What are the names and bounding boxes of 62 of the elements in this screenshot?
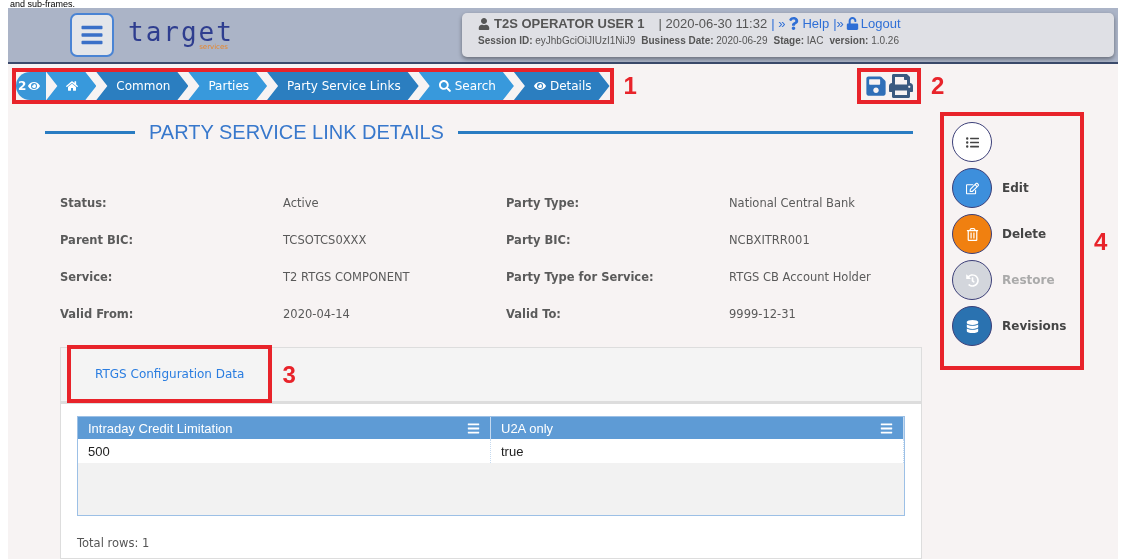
session-info: Stage: IAC: [773, 35, 824, 46]
field-value: TCSOTCS0XXX: [283, 233, 368, 249]
tab[interactable]: RTGS Configuration Data: [67, 344, 273, 403]
logout-link[interactable]: |» Logout: [833, 16, 901, 31]
trash-icon: [965, 227, 979, 241]
field-value: Active: [283, 196, 320, 212]
menu-icon[interactable]: [880, 421, 893, 435]
menu-icon: [80, 23, 104, 47]
annotation-number: 1: [623, 72, 637, 100]
field-label: Valid From:: [60, 307, 135, 323]
session-info: Business Date: 2020-06-29: [641, 35, 768, 46]
table-cell: true: [491, 439, 904, 463]
padlock-icon: [845, 17, 859, 30]
save-icon[interactable]: [864, 75, 887, 97]
breadcrumb-item[interactable]: Search: [418, 72, 514, 100]
field-label: Valid To:: [506, 307, 562, 323]
date-time: | 2020-06-30 11:32: [658, 16, 768, 31]
breadcrumb-item[interactable]: Common: [96, 72, 189, 100]
field-value: 9999-12-31: [729, 307, 797, 323]
total-rows: Total rows: 1: [61, 516, 921, 550]
history-icon: [965, 273, 979, 287]
field-value: 2020-04-14: [283, 307, 351, 323]
eye-icon: [533, 80, 546, 92]
session-info: Session ID: eyJhbGciOiJIUzI1NiJ9: [478, 35, 636, 46]
caption-text: and sub-frames.: [9, 0, 77, 8]
annotation-number: 2: [930, 72, 945, 100]
eye-icon: [28, 80, 41, 92]
breadcrumb-item[interactable]: Parties: [188, 72, 268, 100]
history-count[interactable]: 2: [16, 72, 47, 100]
annotation-number: 3: [282, 360, 296, 389]
field-value: RTGS CB Account Holder: [729, 270, 872, 286]
field-value: NCBXITRR001: [729, 233, 811, 249]
search-icon: [438, 80, 451, 92]
edit-button[interactable]: Edit: [952, 168, 1072, 208]
field-value: T2 RTGS COMPONENT: [283, 270, 411, 286]
user-name: T2S OPERATOR USER 1: [494, 16, 645, 31]
printer-icon[interactable]: [888, 74, 913, 98]
list-icon: [965, 135, 979, 149]
field-label: Parent BIC:: [60, 233, 135, 249]
field-label: Party Type:: [506, 196, 581, 212]
question-icon: [787, 17, 801, 30]
edit-icon: [965, 181, 979, 195]
session-info: version: 1.0.26: [829, 35, 899, 46]
field-label: Status:: [60, 196, 108, 212]
breadcrumb-item[interactable]: Details: [513, 72, 610, 100]
breadcrumb-item[interactable]: Party Service Links: [267, 72, 419, 100]
field-label: Party BIC:: [506, 233, 572, 249]
menu-icon[interactable]: [467, 421, 480, 435]
help-link[interactable]: | » Help: [771, 16, 830, 31]
user-icon: [478, 17, 490, 30]
home-breadcrumb[interactable]: [46, 72, 97, 100]
field-label: Party Type for Service:: [506, 270, 655, 286]
delete-button[interactable]: Delete: [952, 214, 1072, 254]
revisions-button[interactable]: Revisions: [952, 306, 1072, 346]
annotation-number: 4: [1094, 228, 1108, 256]
page-title: PARTY SERVICE LINK DETAILS: [149, 120, 444, 144]
field-value: National Central Bank: [729, 196, 856, 212]
home-icon: [66, 80, 79, 92]
menu-button[interactable]: [70, 13, 114, 57]
database-icon: [965, 319, 979, 333]
field-label: Service:: [60, 270, 114, 286]
table-cell: 500: [78, 439, 491, 463]
